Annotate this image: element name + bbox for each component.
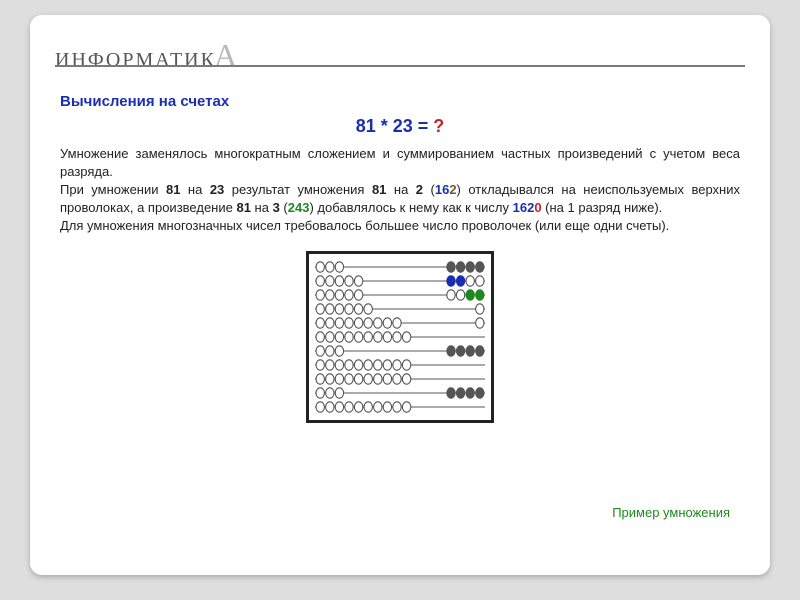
t: на bbox=[180, 182, 209, 197]
abacus-row bbox=[315, 302, 485, 316]
brand-suffix: А bbox=[214, 37, 237, 73]
equation: 81 * 23 = ? bbox=[60, 116, 740, 137]
n3: 3 bbox=[273, 200, 280, 215]
abacus-row bbox=[315, 344, 485, 358]
abacus-row bbox=[315, 260, 485, 274]
n81: 81 bbox=[166, 182, 180, 197]
abacus-row bbox=[315, 386, 485, 400]
t: результат умножения bbox=[224, 182, 372, 197]
t: При умножении bbox=[60, 182, 166, 197]
equation-rhs: ? bbox=[433, 116, 444, 136]
abacus bbox=[306, 251, 494, 423]
t: ) добавлялось к нему как к числу bbox=[309, 200, 512, 215]
t: ( bbox=[423, 182, 435, 197]
n81b: 81 bbox=[372, 182, 386, 197]
t: ( bbox=[280, 200, 288, 215]
abacus-row bbox=[315, 274, 485, 288]
brand-prefix: ИНФОРМАТИК bbox=[55, 49, 216, 71]
abacus-row bbox=[315, 358, 485, 372]
body-text: Умножение заменялось многократным сложен… bbox=[60, 145, 740, 235]
n2: 2 bbox=[416, 182, 423, 197]
abacus-row bbox=[315, 330, 485, 344]
abacus-figure bbox=[60, 251, 740, 428]
caption: Пример умножения bbox=[612, 505, 730, 520]
brand-logo: ИНФОРМАТИКА bbox=[55, 37, 237, 74]
n81c: 81 bbox=[236, 200, 250, 215]
p3: Для умножения многозначных чисел требова… bbox=[60, 218, 669, 233]
abacus-row bbox=[315, 316, 485, 330]
abacus-row bbox=[315, 372, 485, 386]
n162: 162 bbox=[513, 200, 535, 215]
abacus-row bbox=[315, 288, 485, 302]
equation-lhs: 81 * 23 = bbox=[356, 116, 434, 136]
n1620z: 0 bbox=[534, 200, 541, 215]
n23: 23 bbox=[210, 182, 224, 197]
section-title: Вычисления на счетах bbox=[60, 93, 740, 110]
content: Вычисления на счетах 81 * 23 = ? Умножен… bbox=[60, 93, 740, 428]
t: (на 1 разряд ниже). bbox=[542, 200, 663, 215]
n243: 243 bbox=[288, 200, 310, 215]
n162z: 2 bbox=[449, 182, 456, 197]
abacus-row bbox=[315, 400, 485, 414]
divider bbox=[55, 65, 745, 67]
t: на bbox=[251, 200, 273, 215]
p1: Умножение заменялось многократным сложен… bbox=[60, 146, 740, 179]
slide: ИНФОРМАТИКА Вычисления на счетах 81 * 23… bbox=[30, 15, 770, 575]
t: на bbox=[386, 182, 415, 197]
n16: 16 bbox=[435, 182, 449, 197]
